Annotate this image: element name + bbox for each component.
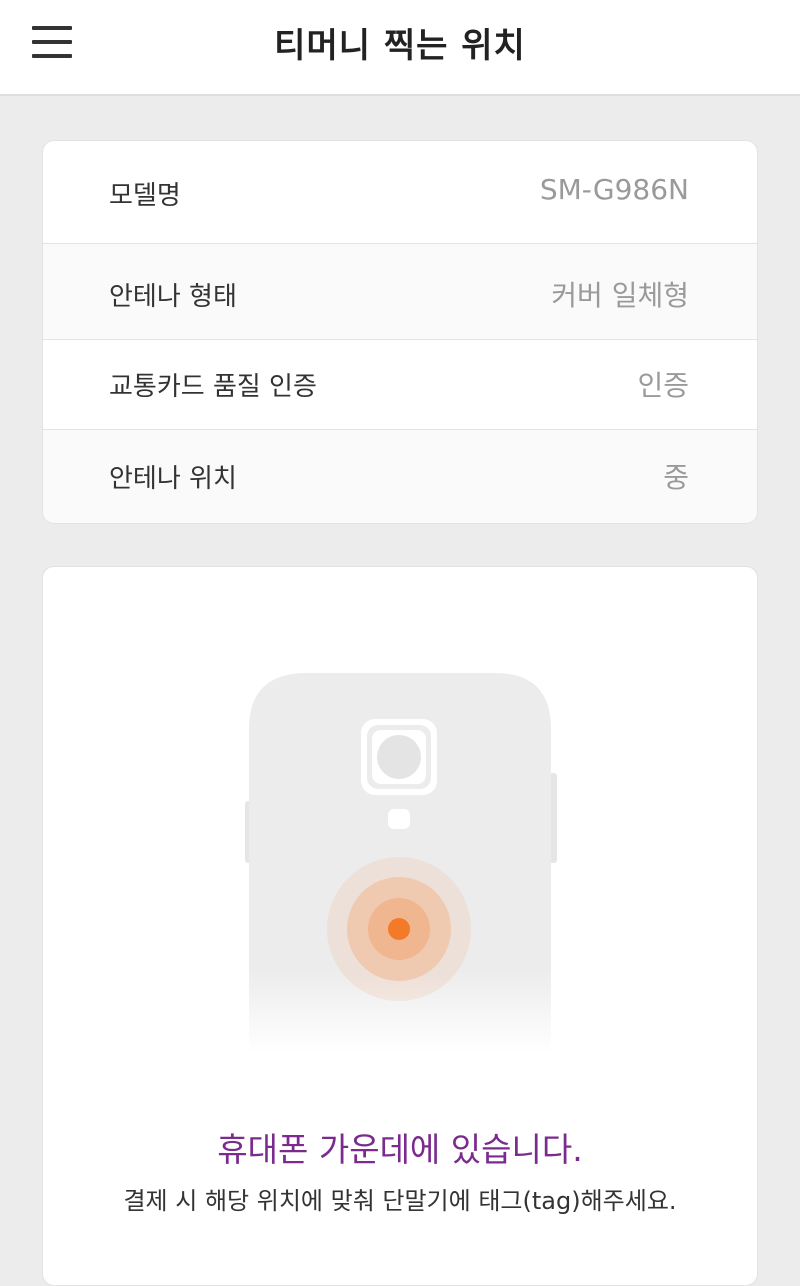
info-value: 중 xyxy=(663,461,689,494)
antenna-dot-icon xyxy=(388,918,410,940)
info-row-certification: 교통카드 품질 인증 인증 xyxy=(43,339,757,429)
info-value: SM-G986N xyxy=(539,173,689,206)
antenna-position-message: 휴대폰 가운데에 있습니다. xyxy=(217,1130,583,1169)
tag-instruction-text: 결제 시 해당 위치에 맞춰 단말기에 태그(tag)해주세요. xyxy=(123,1187,677,1215)
phone-back-illustration xyxy=(245,673,561,1053)
info-value: 인증 xyxy=(637,369,689,402)
info-label: 안테나 형태 xyxy=(109,282,237,312)
info-row-model: 모델명 SM-G986N xyxy=(43,141,757,243)
info-row-antenna-position: 안테나 위치 중 xyxy=(43,429,757,523)
info-label: 안테나 위치 xyxy=(109,464,237,494)
phone-info-card: 모델명 SM-G986N 안테나 형태 커버 일체형 교통카드 품질 인증 인증… xyxy=(42,140,758,524)
info-label: 교통카드 품질 인증 xyxy=(109,372,317,402)
antenna-position-card: 휴대폰 가운데에 있습니다. 결제 시 해당 위치에 맞춰 단말기에 태그(ta… xyxy=(42,566,758,1286)
info-row-antenna-type: 안테나 형태 커버 일체형 xyxy=(43,243,757,339)
app-header: 티머니 찍는 위치 xyxy=(0,0,800,96)
info-label: 모델명 xyxy=(109,181,181,211)
page-title: 티머니 찍는 위치 xyxy=(274,26,526,66)
info-value: 커버 일체형 xyxy=(551,279,689,312)
